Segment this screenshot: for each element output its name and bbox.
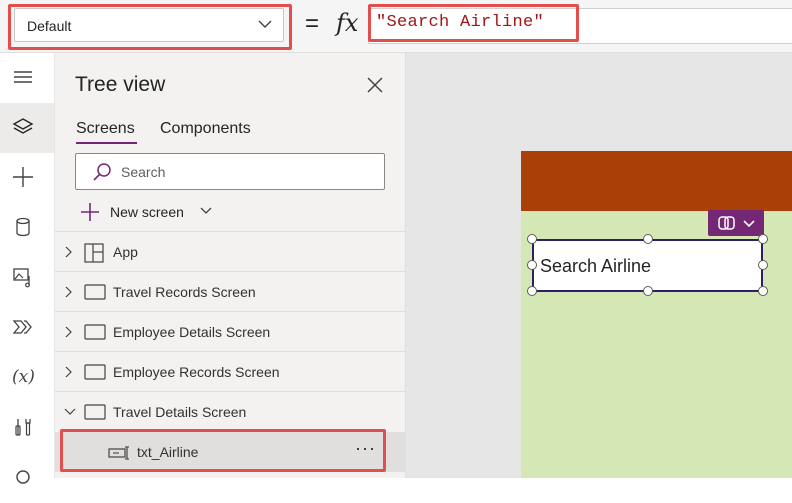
media-icon <box>13 268 30 288</box>
property-highlight-box <box>8 4 292 50</box>
txt-airline-textbox[interactable]: Search Airline <box>532 239 763 292</box>
chevron-right-icon[interactable] <box>64 285 74 299</box>
selected-item-highlight-box <box>60 429 386 472</box>
tree-item-label: Employee Records Screen <box>113 364 280 380</box>
resize-handle-top-left[interactable] <box>527 234 537 244</box>
search-icon <box>93 163 111 181</box>
chevron-right-icon[interactable] <box>64 325 74 339</box>
data-button[interactable] <box>0 203 54 253</box>
left-rail: (x) <box>0 53 55 484</box>
tree-view-button[interactable] <box>0 103 54 153</box>
close-icon[interactable] <box>363 73 387 97</box>
active-tab-indicator <box>76 142 137 144</box>
textbox-value: Search Airline <box>540 256 652 276</box>
screen-icon <box>84 324 106 340</box>
screen-header-bar[interactable] <box>521 151 792 211</box>
tree-search-input[interactable]: Search <box>75 153 385 190</box>
app-screen[interactable] <box>521 151 792 478</box>
tree-item-label: Travel Details Screen <box>113 404 247 420</box>
chevron-down-icon <box>743 220 755 228</box>
power-automate-button[interactable] <box>0 303 54 353</box>
fx-icon[interactable]: fx <box>336 9 358 37</box>
copilot-icon <box>718 216 735 230</box>
tree-item-label: App <box>113 244 138 260</box>
variables-icon: (x) <box>12 367 35 387</box>
new-screen-label: New screen <box>110 204 184 220</box>
resize-handle-right[interactable] <box>758 260 768 270</box>
search-icon <box>16 470 30 484</box>
app-icon <box>84 243 104 263</box>
screen-icon <box>84 404 106 420</box>
panel-title: Tree view <box>75 73 166 96</box>
tools-button[interactable] <box>0 403 54 453</box>
add-icon <box>13 167 33 187</box>
resize-handle-top[interactable] <box>643 234 653 244</box>
tree-item-label: Employee Details Screen <box>113 324 271 340</box>
tab-screens[interactable]: Screens <box>76 120 135 138</box>
search-button[interactable] <box>0 453 54 503</box>
plus-icon <box>81 203 99 221</box>
copilot-button[interactable] <box>708 210 764 236</box>
tree-item-travel-details-screen[interactable]: Travel Details Screen <box>55 391 405 431</box>
resize-handle-top-right[interactable] <box>758 234 768 244</box>
power-automate-icon <box>12 320 32 334</box>
resize-handle-bottom-right[interactable] <box>758 286 768 296</box>
tree-item-travel-records-screen[interactable]: Travel Records Screen <box>55 271 405 311</box>
tools-icon <box>15 419 31 436</box>
equals-sign: = <box>305 10 320 37</box>
data-icon <box>16 217 30 237</box>
design-canvas[interactable]: Search Airline <box>406 53 792 478</box>
screen-icon <box>84 284 106 300</box>
menu-button[interactable] <box>0 53 54 103</box>
search-placeholder: Search <box>121 164 166 180</box>
screen-icon <box>84 364 106 380</box>
layers-icon <box>12 118 34 134</box>
media-button[interactable] <box>0 253 54 303</box>
chevron-down-icon <box>200 207 212 214</box>
tree-view-panel: Tree view Screens Components Search New … <box>55 53 406 478</box>
formula-bar: Default = fx "Search Airline" <box>0 0 792 53</box>
variables-button[interactable]: (x) <box>0 353 54 403</box>
tree-item-app[interactable]: App <box>55 231 405 271</box>
resize-handle-left[interactable] <box>527 260 537 270</box>
tab-components[interactable]: Components <box>160 120 251 138</box>
resize-handle-bottom-left[interactable] <box>527 286 537 296</box>
chevron-right-icon[interactable] <box>64 245 74 259</box>
tree-item-label: Travel Records Screen <box>113 284 256 300</box>
chevron-right-icon[interactable] <box>64 365 74 379</box>
tree-item-employee-details-screen[interactable]: Employee Details Screen <box>55 311 405 351</box>
formula-highlight-box <box>368 4 579 42</box>
chevron-down-icon[interactable] <box>63 407 77 417</box>
insert-button[interactable] <box>0 153 54 203</box>
menu-icon <box>14 71 32 83</box>
resize-handle-bottom[interactable] <box>643 286 653 296</box>
tree-item-employee-records-screen[interactable]: Employee Records Screen <box>55 351 405 391</box>
